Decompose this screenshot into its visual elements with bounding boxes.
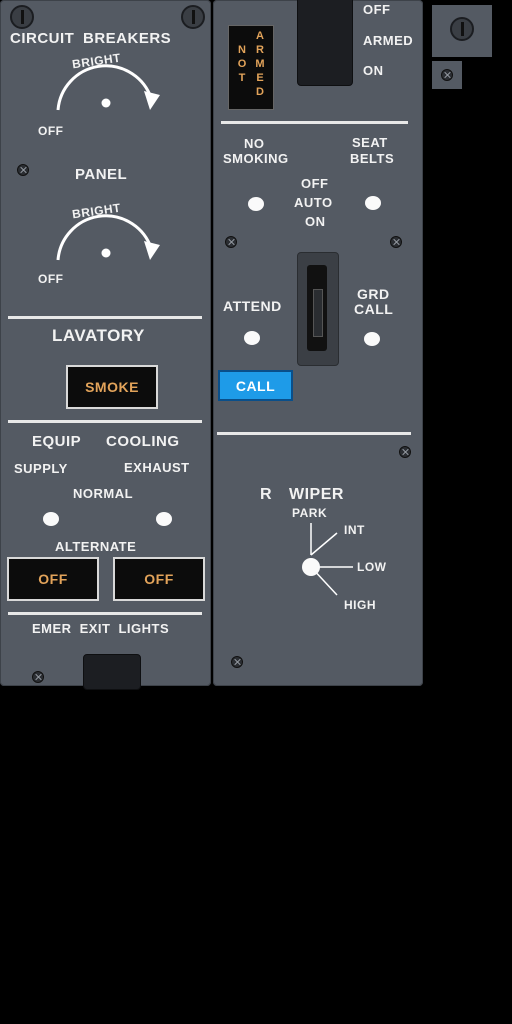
no-smoking-selector-light[interactable] <box>248 197 264 211</box>
section-divider <box>221 121 408 124</box>
seat-belts-label-1: SEAT <box>352 135 388 150</box>
call-annunciator: CALL <box>218 370 293 401</box>
grd-call-light <box>364 332 380 346</box>
alternate-label: ALTERNATE <box>55 539 137 554</box>
cb-off-label: OFF <box>38 124 64 138</box>
lavatory-title: LAVATORY <box>52 326 145 345</box>
emer-exit-lights-switch[interactable] <box>83 654 141 690</box>
section-divider <box>8 612 202 615</box>
signs-on-label: ON <box>305 214 326 229</box>
wiper-title: WIPER <box>289 486 344 503</box>
supply-off-light: OFF <box>7 557 99 601</box>
section-divider <box>8 420 202 423</box>
corner-plate <box>432 5 492 57</box>
emer-word: EMER <box>32 621 72 636</box>
circuit-breakers-dimmer-knob[interactable] <box>40 55 170 135</box>
equip-title-right: COOLING <box>106 433 180 450</box>
circuit-breakers-title: CIRCUIT BREAKERS <box>10 30 172 47</box>
screw-icon <box>441 69 453 81</box>
left-overhead-panel: CIRCUIT BREAKERS BRIGHT OFF PANEL BRIGHT… <box>0 0 211 690</box>
armed-letters: ARMED <box>254 30 266 100</box>
no-smoking-label-1: NO <box>244 136 265 151</box>
exhaust-off-light: OFF <box>113 557 205 601</box>
signs-auto-label: AUTO <box>294 195 333 210</box>
screw-icon <box>390 236 402 248</box>
supply-selector-light[interactable] <box>43 512 59 526</box>
attend-grd-call-rocker[interactable] <box>297 252 339 366</box>
emer-exit-lights-label: EMER EXIT LIGHTS <box>32 621 169 636</box>
screw-icon <box>17 164 29 176</box>
normal-label: NORMAL <box>73 486 134 501</box>
supply-label: SUPPLY <box>14 461 68 476</box>
seat-belts-selector-light[interactable] <box>365 196 381 210</box>
signs-off-label: OFF <box>301 176 329 191</box>
wiper-selector-knob[interactable] <box>283 515 363 605</box>
right-overhead-panel: NOT ARMED OFF ARMED ON NO SMOKING SEAT B… <box>213 0 423 686</box>
lavatory-smoke-light: SMOKE <box>66 365 158 409</box>
section-divider <box>217 432 411 435</box>
exhaust-selector-light[interactable] <box>156 512 172 526</box>
panel-knob-title: PANEL <box>75 166 128 183</box>
seat-belts-label-2: BELTS <box>350 151 395 166</box>
fastener-icon <box>450 17 474 41</box>
emer-armed-label: ARMED <box>363 33 414 48</box>
emer-exit-guarded-switch[interactable] <box>297 0 353 86</box>
screw-icon <box>225 236 237 248</box>
grd-call-label-2: CALL <box>354 301 394 317</box>
attend-label: ATTEND <box>223 298 282 314</box>
corner-plate-small <box>432 61 462 89</box>
equip-title-left: EQUIP <box>32 433 82 450</box>
lights-word: LIGHTS <box>118 621 170 636</box>
not-letters: NOT <box>236 44 248 86</box>
panel-fastener-icon <box>181 5 205 29</box>
panel-fastener-icon <box>10 5 34 29</box>
attend-light <box>244 331 260 345</box>
exhaust-label: EXHAUST <box>124 460 190 475</box>
screw-icon <box>32 671 44 683</box>
screw-icon <box>399 446 411 458</box>
emer-on-label: ON <box>363 63 384 78</box>
no-smoking-label-2: SMOKING <box>223 151 289 166</box>
grd-call-label-1: GRD <box>357 286 390 302</box>
emer-off-label: OFF <box>363 2 391 17</box>
wiper-side-label: R <box>260 486 273 503</box>
exit-word: EXIT <box>79 621 111 636</box>
not-armed-light: NOT ARMED <box>228 25 274 110</box>
screw-icon <box>231 656 243 668</box>
panel-off-label: OFF <box>38 272 64 286</box>
section-divider <box>8 316 202 319</box>
